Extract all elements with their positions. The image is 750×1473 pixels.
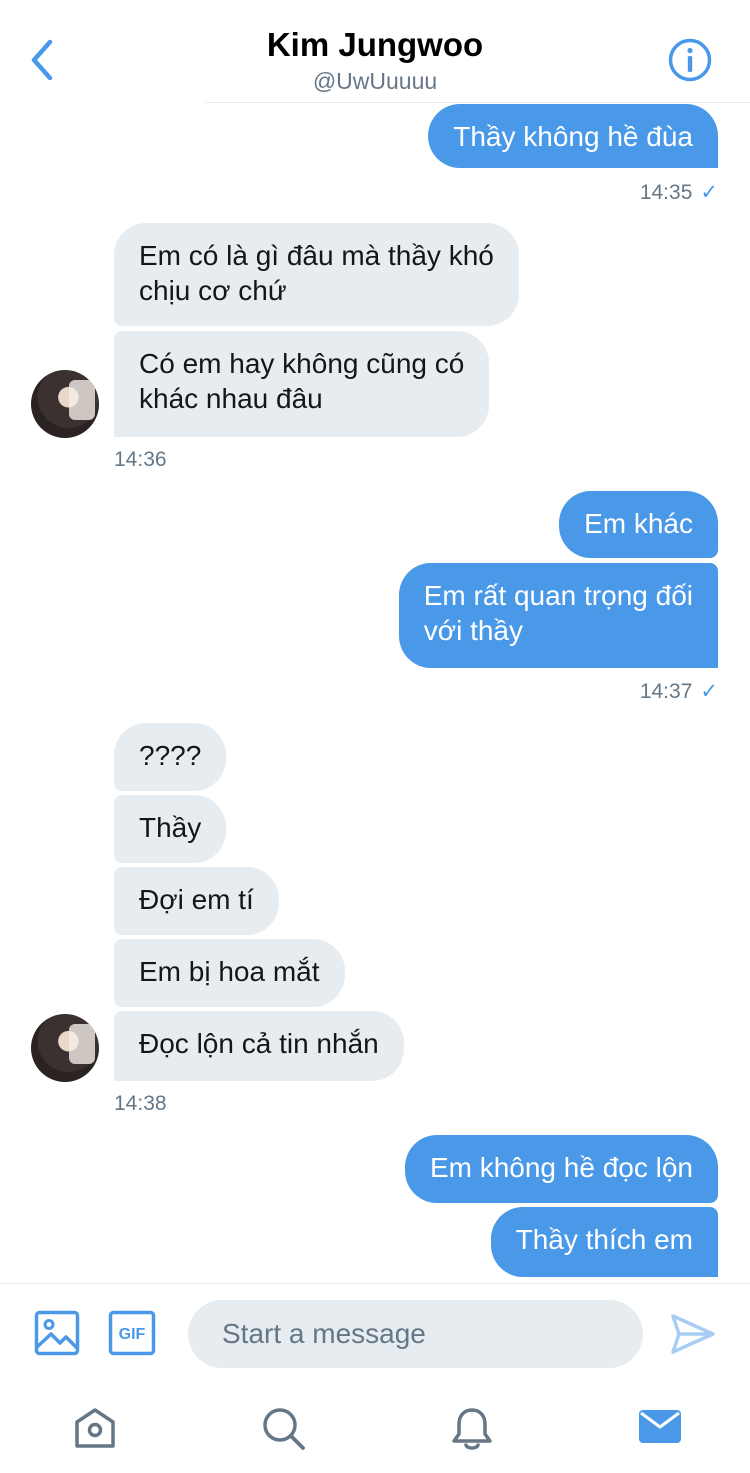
bottom-tab-bar — [0, 1384, 750, 1473]
message-input[interactable] — [188, 1300, 643, 1368]
svg-text:GIF: GIF — [119, 1326, 146, 1343]
outgoing-message[interactable]: Em rất quan trọng đối với thầy — [398, 563, 718, 668]
incoming-message[interactable]: Em có là gì đâu mà thầy khó chịu cơ chứ — [114, 223, 519, 326]
avatar[interactable] — [31, 370, 99, 438]
conversation-header: Kim Jungwoo @UwUuuuu — [0, 0, 750, 104]
outgoing-message[interactable]: Thầy không hề đùa — [428, 104, 718, 168]
image-icon — [34, 1310, 80, 1356]
message-composer: GIF — [0, 1284, 750, 1384]
add-gif-button[interactable]: GIF — [108, 1310, 156, 1356]
conversation-title[interactable]: Kim Jungwoo — [0, 26, 750, 64]
message-timestamp: 14:38 — [114, 1092, 167, 1115]
tab-home[interactable] — [72, 1406, 116, 1450]
incoming-message[interactable]: Có em hay không cũng có khác nhau đâu — [114, 331, 490, 437]
tab-search[interactable] — [261, 1406, 305, 1450]
incoming-message[interactable]: Em bị hoa mắt — [114, 939, 345, 1007]
read-receipt-icon: ✓ — [700, 680, 718, 703]
messages-icon — [639, 1410, 681, 1443]
info-button[interactable] — [668, 38, 712, 82]
read-receipt-icon: ✓ — [700, 181, 718, 204]
gif-icon: GIF — [108, 1310, 156, 1356]
outgoing-message[interactable]: Thầy thích em — [490, 1207, 718, 1277]
incoming-message[interactable]: Thầy — [114, 795, 227, 863]
notifications-icon — [452, 1408, 492, 1450]
header-divider — [205, 102, 750, 103]
send-icon — [671, 1314, 715, 1354]
incoming-message[interactable]: Đợi em tí — [114, 867, 279, 935]
conversation-handle[interactable]: @UwUuuuu — [0, 68, 750, 95]
message-timestamp: 14:35 ✓ — [639, 181, 718, 204]
outgoing-message[interactable]: Em khác — [559, 491, 718, 558]
message-timestamp: 14:36 — [114, 448, 167, 471]
incoming-message[interactable]: Đọc lộn cả tin nhắn — [114, 1011, 404, 1081]
outgoing-message[interactable]: Em không hề đọc lộn — [404, 1135, 718, 1203]
incoming-message[interactable]: ???? — [114, 723, 227, 791]
message-timestamp: 14:37 ✓ — [639, 680, 718, 703]
info-icon — [668, 38, 712, 82]
send-button[interactable] — [670, 1312, 716, 1356]
add-photo-button[interactable] — [34, 1310, 80, 1356]
home-icon — [75, 1408, 115, 1448]
search-icon — [263, 1408, 305, 1450]
tab-notifications[interactable] — [449, 1406, 493, 1450]
message-thread[interactable]: Thầy không hề đùa 14:35 ✓ Em có là gì đâu… — [0, 104, 750, 1284]
tab-messages[interactable] — [638, 1406, 682, 1450]
avatar[interactable] — [31, 1014, 99, 1082]
